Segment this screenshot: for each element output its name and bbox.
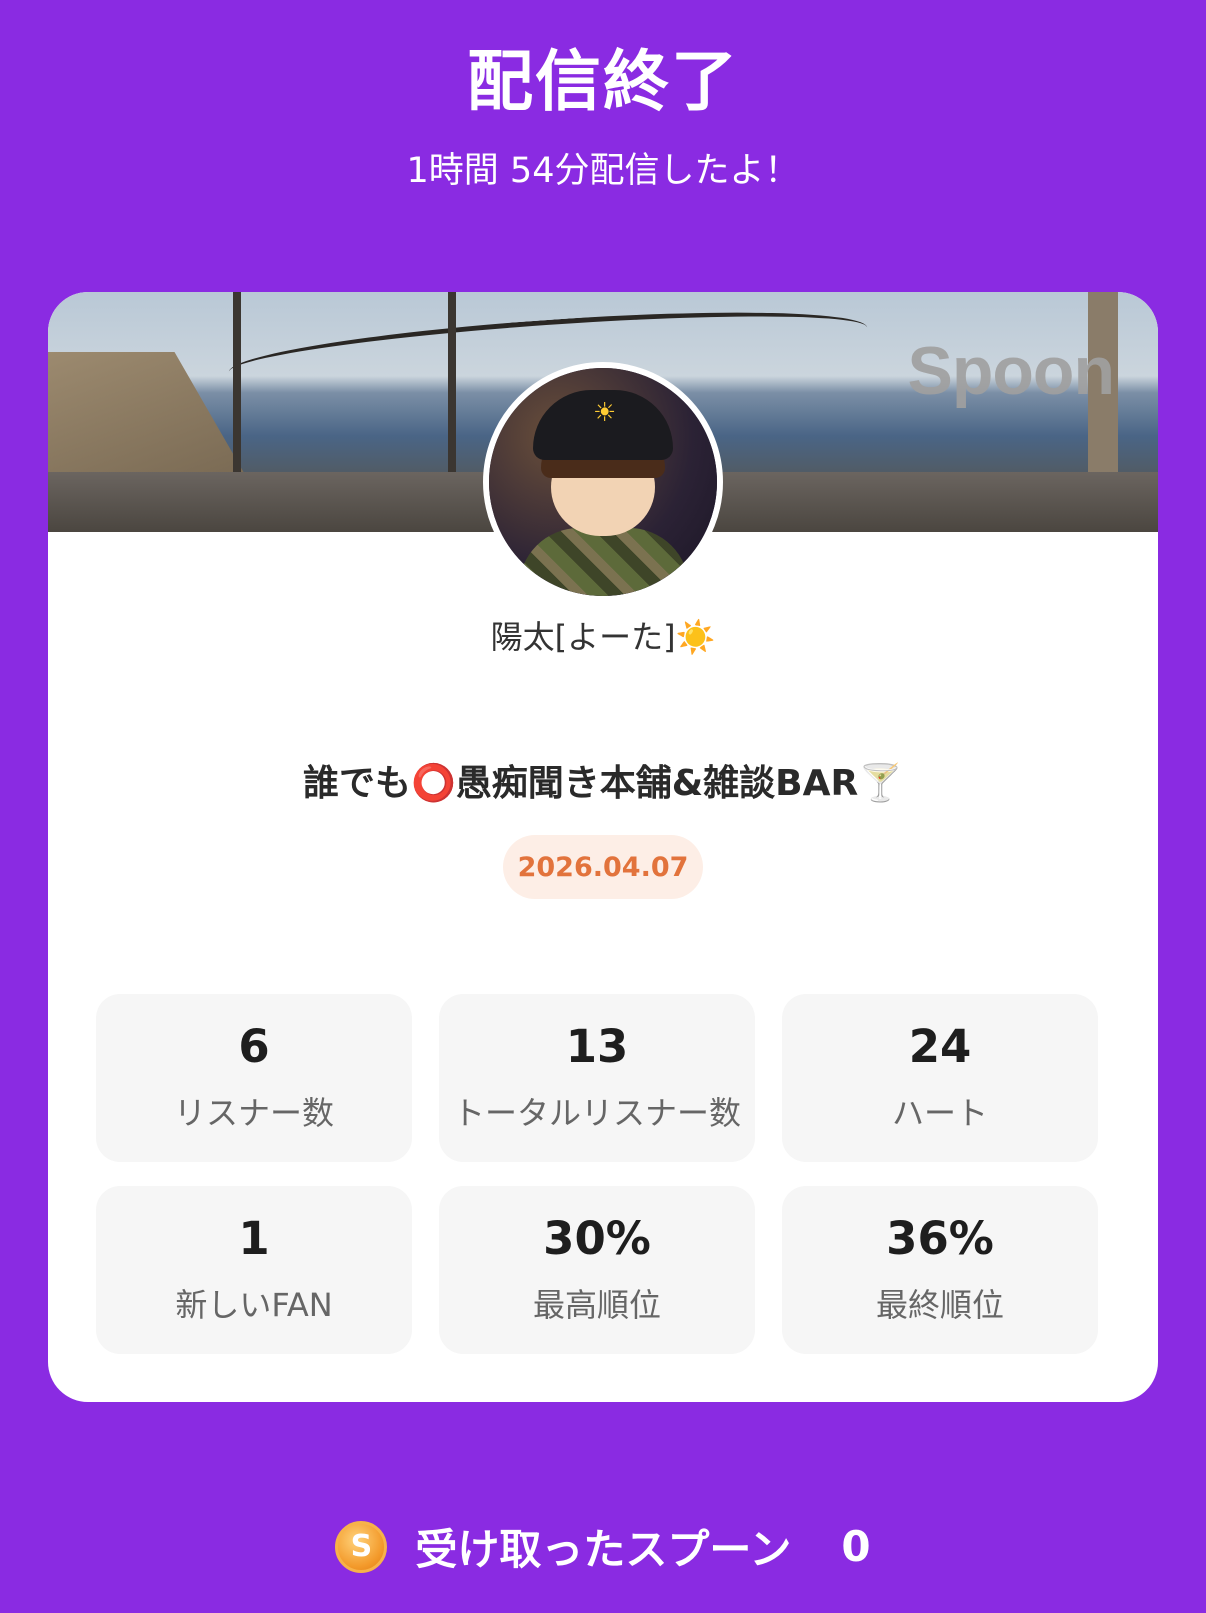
spoon-watermark: Spoon xyxy=(907,333,1115,409)
stat-listeners: 6 リスナー数 xyxy=(96,994,412,1162)
received-spoons-count: 0 xyxy=(841,1522,871,1571)
stat-label: 最高順位 xyxy=(532,1285,661,1324)
stats-grid: 6 リスナー数 13 トータルリスナー数 24 ハート 1 新しいFAN 30%… xyxy=(96,994,1102,1354)
stat-value: 6 xyxy=(238,1020,270,1074)
avatar: ☀ xyxy=(483,362,723,602)
spoon-coin-icon: S xyxy=(335,1520,388,1573)
date-badge: 2026.04.07 xyxy=(503,835,703,899)
user-name: 陽太[よーた]☀️ xyxy=(490,618,716,656)
stat-hearts: 24 ハート xyxy=(782,994,1098,1162)
stat-new-fans: 1 新しいFAN xyxy=(96,1186,412,1354)
stat-label: トータルリスナー数 xyxy=(452,1093,741,1132)
stat-label: 新しいFAN xyxy=(175,1285,333,1324)
stat-value: 24 xyxy=(908,1020,972,1074)
stat-final-rank: 36% 最終順位 xyxy=(782,1186,1098,1354)
stat-total-listeners: 13 トータルリスナー数 xyxy=(439,994,755,1162)
stat-value: 1 xyxy=(238,1212,270,1266)
stat-highest-rank: 30% 最高順位 xyxy=(439,1186,755,1354)
broadcast-summary-card: Spoon ☀ 陽太[よーた]☀️ 誰でも⭕️愚痴聞き本舗&雑談BAR🍸 202… xyxy=(48,292,1158,1402)
broadcast-duration: 1時間 54分配信したよ！ xyxy=(406,151,800,191)
stat-value: 36% xyxy=(886,1212,994,1266)
broadcast-end-screen: 配信終了 1時間 54分配信したよ！ Spoon ☀ 陽太[よーた]☀️ 誰でも… xyxy=(0,0,1206,1613)
received-spoons: S 受け取ったスプーン 0 xyxy=(0,1516,1206,1577)
stat-label: 最終順位 xyxy=(875,1285,1004,1324)
stat-value: 30% xyxy=(543,1212,651,1266)
stat-label: リスナー数 xyxy=(173,1093,334,1132)
stat-label: ハート xyxy=(891,1093,988,1132)
stat-value: 13 xyxy=(565,1020,629,1074)
received-spoons-label: 受け取ったスプーン xyxy=(415,1525,792,1574)
sun-icon: ☀ xyxy=(593,398,617,428)
page-title: 配信終了 xyxy=(467,43,739,120)
broadcast-title: 誰でも⭕️愚痴聞き本舗&雑談BAR🍸 xyxy=(302,763,904,804)
